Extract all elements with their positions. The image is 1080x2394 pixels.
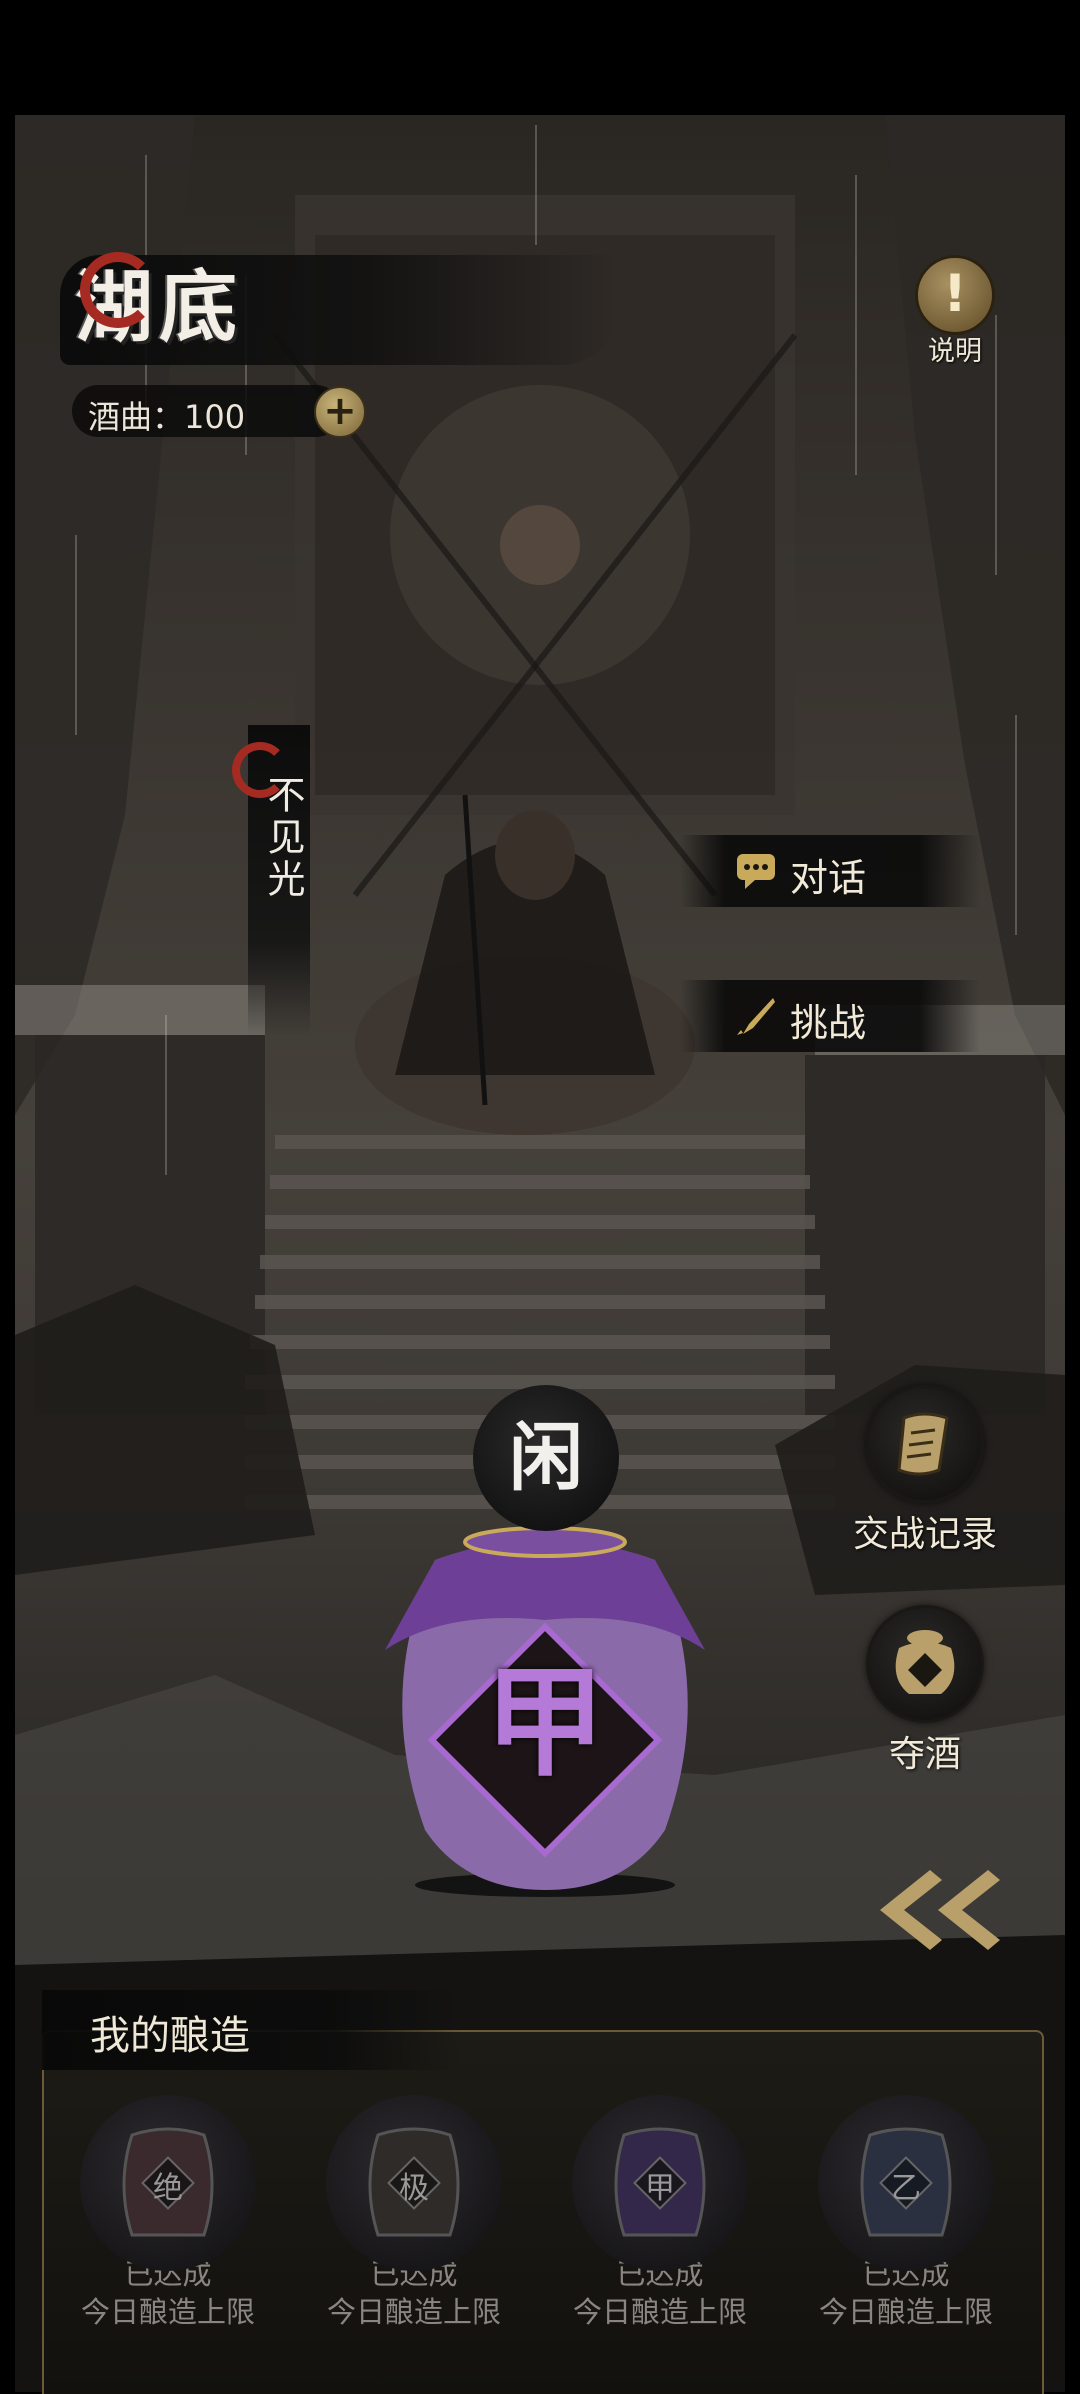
brew-slot-disc: 甲 bbox=[572, 2095, 748, 2271]
brew-slot[interactable]: 甲 已达成 今日酿造上限 bbox=[560, 2095, 760, 2331]
battle-log-label: 交战记录 bbox=[852, 1514, 997, 1555]
help-button[interactable]: ! 说明 bbox=[910, 255, 1000, 367]
npc-name: 不见光 bbox=[261, 775, 305, 901]
talk-button[interactable]: 对话 bbox=[680, 835, 980, 907]
brew-slot-disc: 绝 bbox=[80, 2095, 256, 2271]
slot-limit: 今日酿造上限 bbox=[326, 2295, 501, 2329]
battle-log-circle bbox=[866, 1385, 984, 1503]
brush-blade-icon bbox=[737, 998, 775, 1035]
status-bar bbox=[0, 0, 1080, 115]
challenge-button[interactable]: 挑战 bbox=[680, 980, 980, 1052]
add-currency-button[interactable]: + bbox=[314, 386, 366, 438]
slot-grade: 绝 bbox=[153, 2171, 183, 2206]
slot-limit: 今日酿造上限 bbox=[818, 2295, 993, 2329]
seize-wine-button[interactable]: 夺酒 bbox=[845, 1605, 1005, 1777]
speech-bubble-icon bbox=[737, 854, 775, 889]
exclamation-icon: ! bbox=[915, 255, 995, 335]
help-label: 说明 bbox=[928, 336, 982, 367]
slot-grade: 乙 bbox=[891, 2171, 921, 2206]
challenge-label: 挑战 bbox=[790, 1001, 867, 1045]
slot-limit: 今日酿造上限 bbox=[572, 2295, 747, 2329]
jar-status-badge: 闲 bbox=[473, 1385, 619, 1531]
talk-label: 对话 bbox=[790, 856, 867, 900]
jar-grade-label: 甲 bbox=[485, 1652, 605, 1793]
battle-log-button[interactable]: 交战记录 bbox=[845, 1385, 1005, 1557]
scroll-icon bbox=[897, 1412, 949, 1476]
double-chevron-left-icon[interactable] bbox=[860, 1855, 1020, 1965]
brew-slot[interactable]: 乙 已达成 今日酿造上限 bbox=[806, 2095, 1006, 2331]
brew-slot[interactable]: 绝 已达成 今日酿造上限 bbox=[68, 2095, 268, 2331]
wine-jar-icon bbox=[895, 1630, 955, 1694]
slot-grade: 极 bbox=[399, 2171, 429, 2206]
brew-slot-disc: 极 bbox=[326, 2095, 502, 2271]
slot-grade: 甲 bbox=[645, 2171, 675, 2206]
brew-slot[interactable]: 极 已达成 今日酿造上限 bbox=[314, 2095, 514, 2331]
wine-yeast-currency: 酒曲：100 bbox=[88, 398, 246, 436]
title-swirl-ornament bbox=[80, 252, 156, 328]
seize-wine-circle bbox=[866, 1605, 984, 1723]
plus-icon: + bbox=[323, 388, 357, 434]
brewing-title: 我的酿造 bbox=[90, 2013, 250, 2059]
seize-wine-label: 夺酒 bbox=[888, 1734, 961, 1775]
brew-slot-disc: 乙 bbox=[818, 2095, 994, 2271]
slot-limit: 今日酿造上限 bbox=[80, 2295, 255, 2329]
